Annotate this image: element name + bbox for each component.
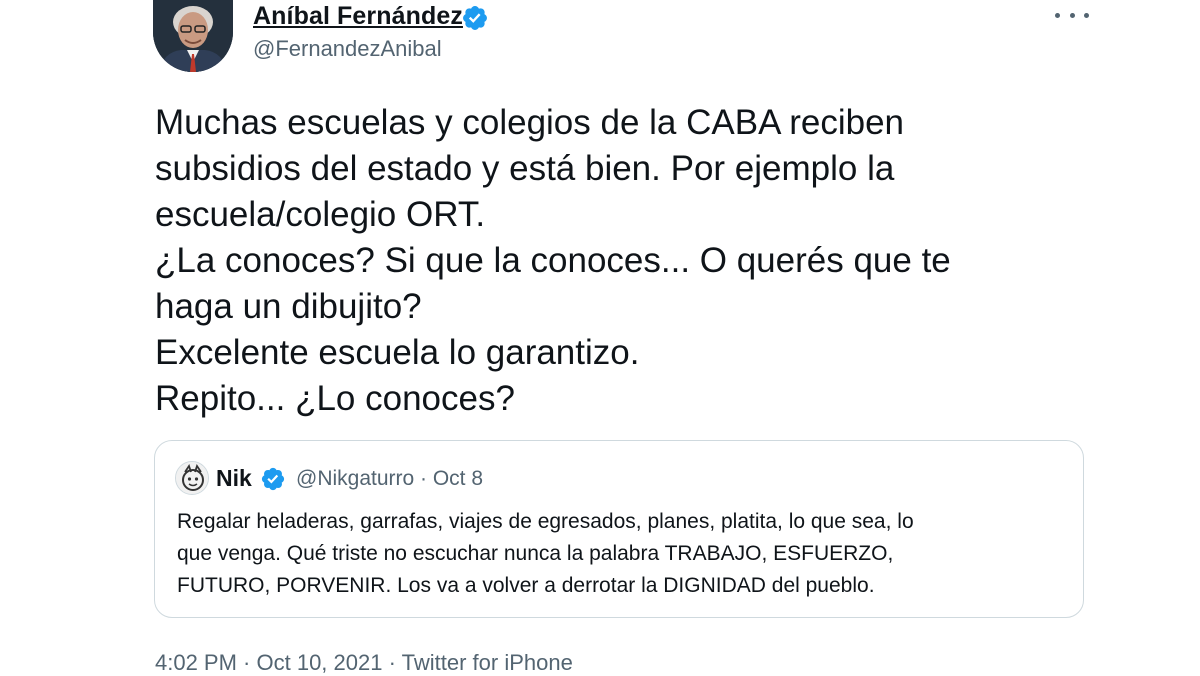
tweet: Aníbal Fernández @FernandezAnibal Muchas…	[0, 0, 1200, 675]
author-avatar[interactable]	[153, 0, 233, 72]
quoted-handle-date[interactable]: @Nikgaturro · Oct 8	[296, 467, 483, 491]
quoted-tweet[interactable]: Nik @Nikgaturro · Oct 8 Regalar heladera…	[154, 440, 1084, 618]
tweet-text-line: haga un dibujito?	[155, 287, 422, 326]
footer-separator: ·	[236, 650, 257, 675]
verified-badge-icon	[463, 6, 487, 30]
author-name[interactable]: Aníbal Fernández	[253, 2, 463, 31]
quoted-text-line: que venga. Qué triste no escuchar nunca …	[177, 542, 894, 565]
tweet-footer: 4:02 PM · Oct 10, 2021 · Twitter for iPh…	[155, 650, 573, 676]
tweet-text-line: ¿La conoces? Si que la conoces... O quer…	[155, 241, 951, 280]
verified-badge-icon	[261, 467, 285, 491]
tweet-date[interactable]: Oct 10, 2021	[257, 650, 383, 675]
tweet-source[interactable]: Twitter for iPhone	[402, 650, 573, 675]
tweet-time[interactable]: 4:02 PM	[155, 650, 237, 675]
quoted-avatar-image	[176, 462, 208, 494]
more-dots-icon	[1055, 12, 1060, 18]
more-options-button[interactable]	[1055, 6, 1089, 24]
quoted-text-line: FUTURO, PORVENIR. Los va a volver a derr…	[177, 574, 875, 597]
tweet-text-line: Repito... ¿Lo conoces?	[155, 379, 515, 418]
tweet-text-line: Muchas escuelas y colegios de la CABA re…	[155, 103, 905, 142]
more-dots-icon	[1084, 12, 1089, 18]
tweet-text-line: escuela/colegio ORT.	[155, 195, 486, 234]
quoted-author-name[interactable]: Nik	[216, 465, 252, 492]
more-dots-icon	[1069, 12, 1075, 18]
author-avatar-image	[153, 0, 233, 72]
author-handle[interactable]: @FernandezAnibal	[253, 36, 442, 62]
quoted-text-line: Regalar heladeras, garrafas, viajes de e…	[177, 510, 914, 533]
tweet-text-line: Excelente escuela lo garantizo.	[155, 333, 640, 372]
footer-separator: ·	[382, 650, 402, 675]
quoted-avatar[interactable]	[175, 461, 209, 495]
tweet-text-line: subsidios del estado y está bien. Por ej…	[155, 149, 895, 188]
tweet-text: Muchas escuelas y colegios de la CABA re…	[155, 100, 1055, 422]
quoted-text: Regalar heladeras, garrafas, viajes de e…	[177, 506, 1067, 602]
